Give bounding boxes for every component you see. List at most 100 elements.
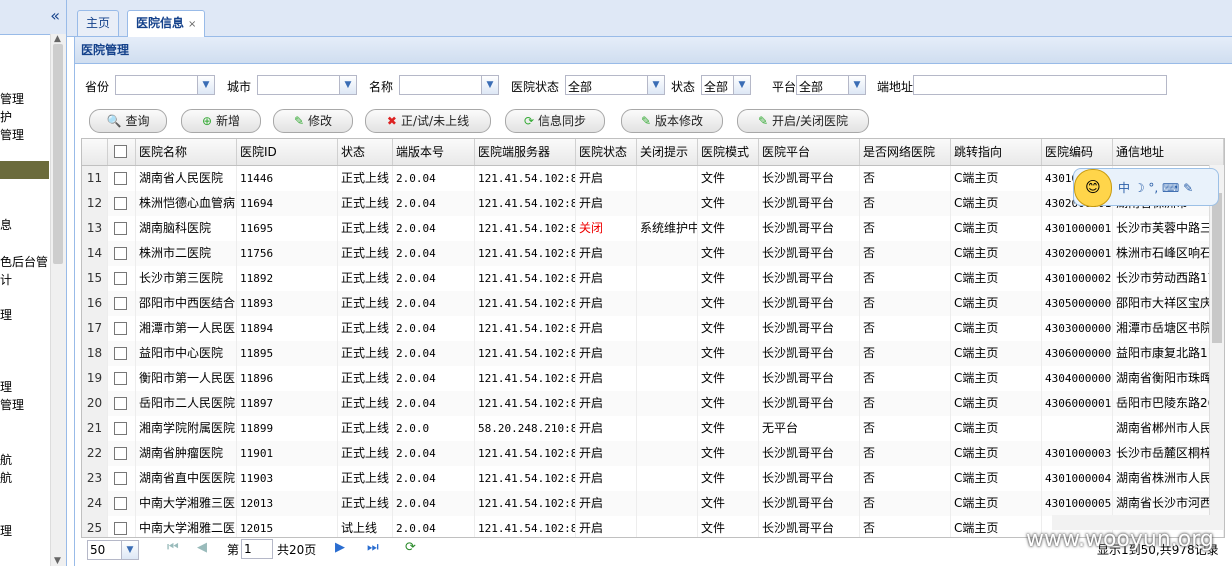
row-checkbox[interactable] xyxy=(108,491,136,516)
row-checkbox[interactable] xyxy=(108,316,136,341)
nav-item[interactable]: 管理 xyxy=(0,396,24,413)
next-page-icon[interactable]: ▶ xyxy=(335,540,345,555)
version-edit-button[interactable]: ✎ 版本修改 xyxy=(621,109,723,133)
row-checkbox[interactable] xyxy=(108,266,136,291)
column-header[interactable]: 状态 xyxy=(338,139,393,165)
checkbox-icon[interactable] xyxy=(114,297,127,310)
column-header[interactable]: 是否网络医院 xyxy=(860,139,951,165)
nav-item[interactable]: 管理 xyxy=(0,126,24,143)
checkbox-icon[interactable] xyxy=(114,172,127,185)
row-checkbox[interactable] xyxy=(108,341,136,366)
chevron-down-icon[interactable]: ▼ xyxy=(647,76,664,94)
name-select[interactable]: ▼ xyxy=(399,75,499,95)
endpoint-input[interactable] xyxy=(913,75,1167,95)
nav-item[interactable]: 理 xyxy=(0,306,12,323)
column-header[interactable]: 关闭提示 xyxy=(637,139,698,165)
province-select[interactable]: ▼ xyxy=(115,75,215,95)
query-button[interactable]: 🔍 查询 xyxy=(89,109,167,133)
checkbox-icon[interactable] xyxy=(114,472,127,485)
page-number-input[interactable]: 1 xyxy=(241,539,273,559)
city-select[interactable]: ▼ xyxy=(257,75,357,95)
scroll-down-icon[interactable]: ▼ xyxy=(54,556,61,566)
column-header[interactable]: 跳转指向 xyxy=(951,139,1042,165)
nav-item[interactable]: 理 xyxy=(0,378,12,395)
row-checkbox[interactable] xyxy=(108,391,136,416)
ime-status-text[interactable]: 中 ☽ °, ⌨ ✎ xyxy=(1118,179,1193,196)
nav-item[interactable]: 理 xyxy=(0,522,12,539)
prev-page-icon[interactable]: ◀ xyxy=(197,540,207,555)
checkbox-icon[interactable] xyxy=(114,497,127,510)
column-header[interactable]: 医院状态 xyxy=(576,139,637,165)
table-row[interactable]: 23 湖南省直中医医院 11903 正式上线 2.0.04 121.41.54.102:8… xyxy=(82,466,1224,492)
left-scrollbar[interactable]: ▲ ▼ xyxy=(50,34,66,566)
table-row[interactable]: 15 长沙市第三医院 11892 正式上线 2.0.04 121.41.54.102:88… xyxy=(82,266,1224,292)
checkbox-icon[interactable] xyxy=(114,145,127,158)
checkbox-icon[interactable] xyxy=(114,222,127,235)
chevron-down-icon[interactable]: ▼ xyxy=(121,541,138,559)
row-checkbox[interactable] xyxy=(108,166,136,191)
row-checkbox[interactable] xyxy=(108,191,136,216)
hospital-status-select[interactable]: 全部 ▼ xyxy=(565,75,665,95)
row-checkbox[interactable] xyxy=(108,516,136,537)
table-row[interactable]: 18 益阳市中心医院 11895 正式上线 2.0.04 121.41.54.102:88… xyxy=(82,341,1224,367)
checkbox-icon[interactable] xyxy=(114,347,127,360)
table-row[interactable]: 11 湖南省人民医院 11446 正式上线 2.0.04 121.41.54.102:88… xyxy=(82,166,1224,192)
column-header[interactable]: 端版本号 xyxy=(393,139,475,165)
column-header[interactable]: 通信地址 xyxy=(1113,139,1224,165)
row-checkbox[interactable] xyxy=(108,466,136,491)
row-checkbox[interactable] xyxy=(108,241,136,266)
nav-item[interactable]: 管理 xyxy=(0,90,24,107)
nav-item[interactable]: 航 xyxy=(0,469,12,486)
column-header[interactable]: 医院编码 xyxy=(1042,139,1113,165)
checkbox-icon[interactable] xyxy=(114,422,127,435)
close-icon[interactable]: × xyxy=(188,19,196,30)
checkbox-icon[interactable] xyxy=(114,322,127,335)
online-status-button[interactable]: ✖ 正/试/未上线 xyxy=(365,109,491,133)
grid-scroll-thumb[interactable] xyxy=(1212,193,1222,343)
tab-home[interactable]: 主页 xyxy=(77,10,120,36)
checkbox-icon[interactable] xyxy=(114,397,127,410)
row-checkbox[interactable] xyxy=(108,416,136,441)
column-header[interactable]: 医院ID xyxy=(237,139,338,165)
ime-mascot-icon[interactable]: 😊 xyxy=(1074,169,1112,207)
scroll-up-icon[interactable]: ▲ xyxy=(54,34,61,44)
ime-toolbar[interactable]: 😊 中 ☽ °, ⌨ ✎ xyxy=(1073,168,1219,207)
table-row[interactable]: 13 湖南脑科医院 11695 正式上线 2.0.04 121.41.54.102:88 关… xyxy=(82,216,1224,242)
first-page-icon[interactable]: ⏮ xyxy=(167,540,179,555)
grid-vertical-scrollbar[interactable] xyxy=(1209,165,1224,515)
table-row[interactable]: 14 株洲市二医院 11756 正式上线 2.0.04 121.41.54.102:88 开… xyxy=(82,241,1224,267)
checkbox-icon[interactable] xyxy=(114,372,127,385)
select-all-checkbox[interactable] xyxy=(108,139,136,165)
checkbox-icon[interactable] xyxy=(114,247,127,260)
row-checkbox[interactable] xyxy=(108,366,136,391)
checkbox-icon[interactable] xyxy=(114,272,127,285)
add-button[interactable]: ⊕ 新增 xyxy=(181,109,261,133)
tab-hospital-info[interactable]: 医院信息 × xyxy=(127,10,206,37)
table-row[interactable]: 12 株洲恺德心血管病 11694 正式上线 2.0.04 121.41.54.102:8… xyxy=(82,191,1224,217)
checkbox-icon[interactable] xyxy=(114,447,127,460)
nav-item[interactable]: 航 xyxy=(0,451,12,468)
row-checkbox[interactable] xyxy=(108,441,136,466)
chevron-down-icon[interactable]: ▼ xyxy=(197,76,214,94)
table-row[interactable]: 22 湖南省肿瘤医院 11901 正式上线 2.0.04 121.41.54.102:88… xyxy=(82,441,1224,467)
column-header[interactable]: 医院平台 xyxy=(759,139,860,165)
platform-select[interactable]: 全部 ▼ xyxy=(796,75,866,95)
toggle-hospital-button[interactable]: ✎ 开启/关闭医院 xyxy=(737,109,869,133)
table-row[interactable]: 21 湘南学院附属医院 11899 正式上线 2.0.0 58.20.248.210:88… xyxy=(82,416,1224,442)
chevron-down-icon[interactable]: ▼ xyxy=(339,76,356,94)
nav-item[interactable]: 护 xyxy=(0,108,12,125)
collapse-icon[interactable]: « xyxy=(50,6,60,25)
table-row[interactable]: 20 岳阳市二人民医院 11897 正式上线 2.0.04 121.41.54.102:8… xyxy=(82,391,1224,417)
status-select[interactable]: 全部 ▼ xyxy=(701,75,751,95)
nav-item[interactable]: 色后台管 xyxy=(0,253,48,270)
last-page-icon[interactable]: ⏭ xyxy=(367,540,379,555)
nav-item[interactable]: 息 xyxy=(0,216,12,233)
chevron-down-icon[interactable]: ▼ xyxy=(481,76,498,94)
table-row[interactable]: 16 邵阳市中西医结合 11893 正式上线 2.0.04 121.41.54.102:8… xyxy=(82,291,1224,317)
column-header[interactable]: 医院名称 xyxy=(136,139,237,165)
info-sync-button[interactable]: ⟳ 信息同步 xyxy=(505,109,605,133)
row-checkbox[interactable] xyxy=(108,291,136,316)
refresh-icon[interactable]: ⟳ xyxy=(405,540,416,555)
column-header[interactable]: 医院端服务器 xyxy=(475,139,576,165)
column-header[interactable]: 医院模式 xyxy=(698,139,759,165)
